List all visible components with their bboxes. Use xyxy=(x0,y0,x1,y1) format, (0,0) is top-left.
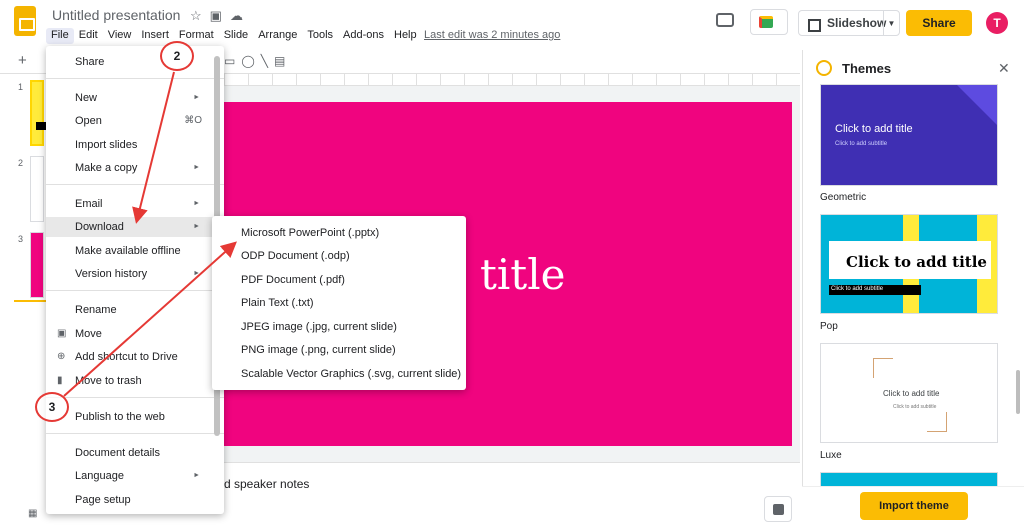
step-callout-2: 2 xyxy=(160,41,194,71)
annotation-arrows xyxy=(63,71,237,397)
arrow-to-pptx xyxy=(63,241,237,397)
arrow-to-download xyxy=(132,71,175,224)
step-callout-3: 3 xyxy=(35,392,69,422)
